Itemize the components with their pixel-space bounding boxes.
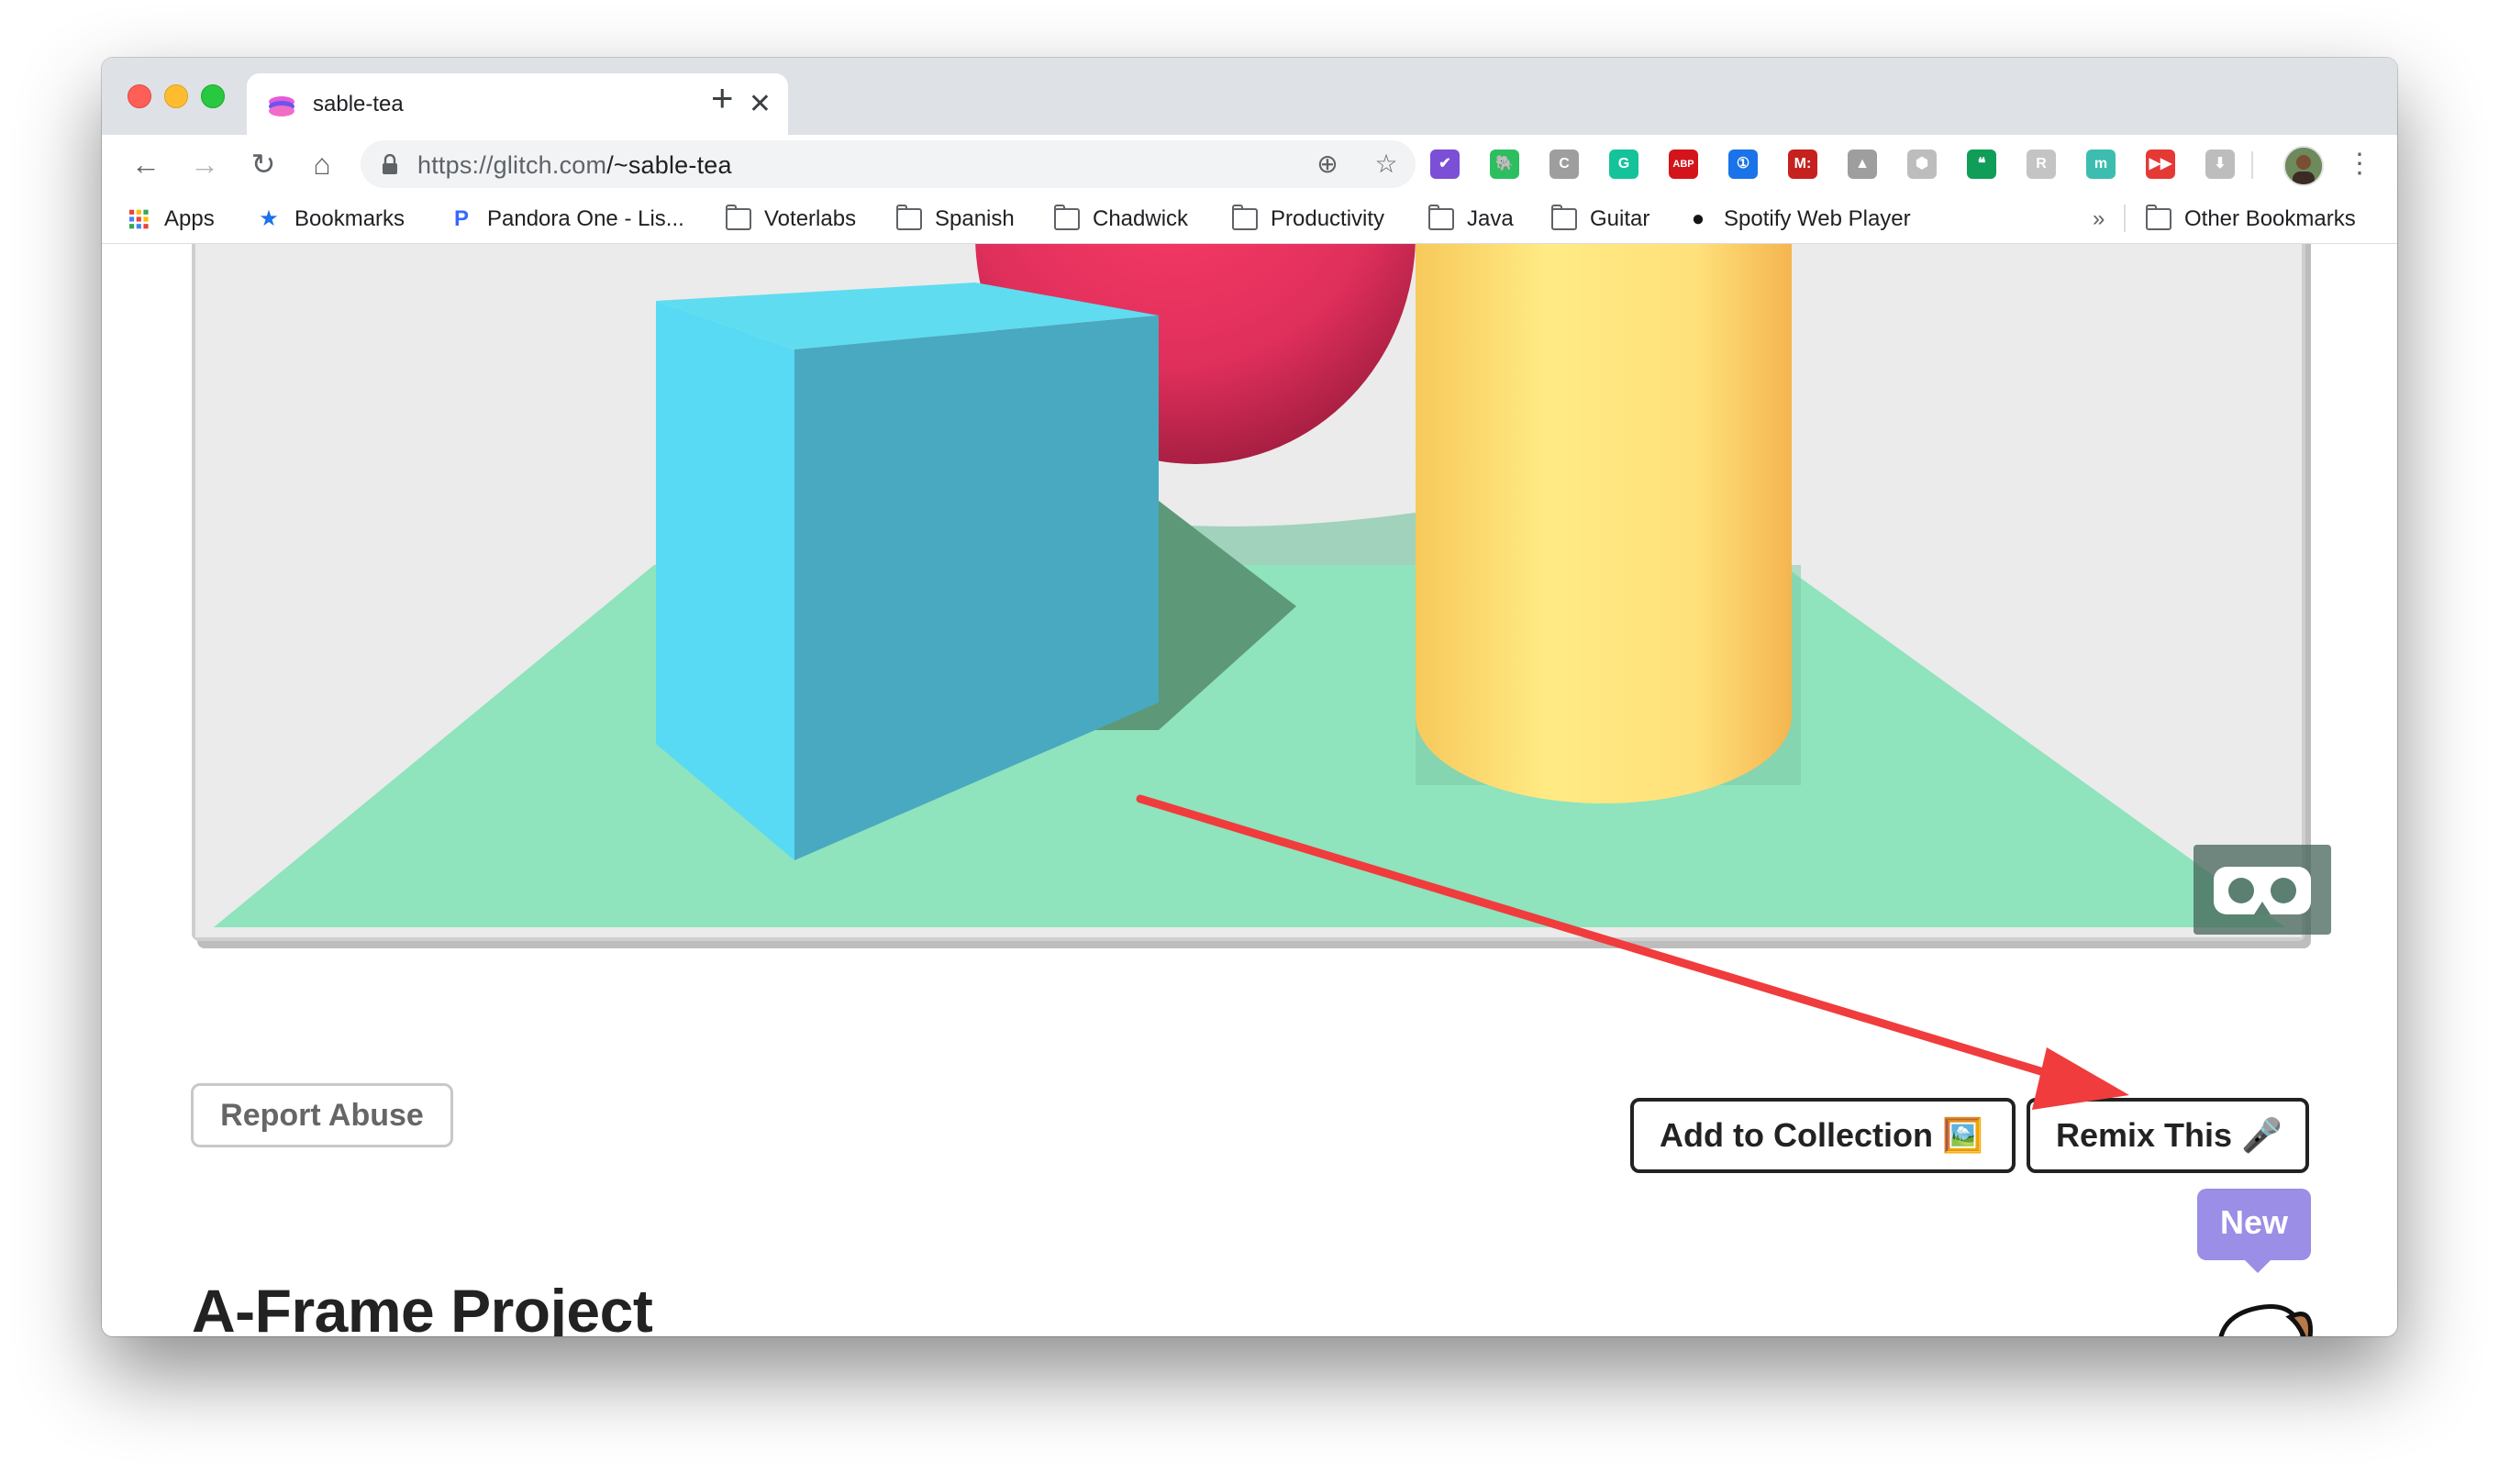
bookmark-label: Spotify Web Player (1724, 206, 1911, 231)
bookmark-item[interactable]: Java (1428, 205, 1514, 232)
zoom-icon[interactable]: ⊕ (1311, 148, 1344, 181)
folder-icon (726, 205, 751, 230)
url-path: /~sable-tea (606, 151, 732, 179)
toolbar-divider (2251, 151, 2253, 179)
new-tab-button[interactable]: + (711, 78, 734, 118)
bookmarks-bar: Apps ★ Bookmarks P Pandora One - Lis... Vote… (102, 194, 2397, 244)
bookmark-item[interactable]: Guitar (1551, 205, 1650, 232)
bookmarks-overflow-button[interactable]: » (2093, 206, 2105, 232)
glitch-dog-mascot-icon[interactable] (2203, 1299, 2359, 1336)
overflow-chevron-icon: » (2093, 206, 2105, 231)
folder-icon (1428, 205, 1454, 230)
window-close-button[interactable] (128, 84, 151, 108)
3d-scene-canvas[interactable] (195, 244, 2302, 937)
adblock-plus-icon[interactable]: ABP (1669, 150, 1698, 179)
youtube-extension-icon[interactable]: ▶▶ (2146, 150, 2175, 179)
folder-icon (1232, 205, 1258, 230)
bookmark-item[interactable]: P Pandora One - Lis... (449, 206, 684, 232)
grammarly-icon[interactable]: G (1609, 150, 1638, 179)
back-arrow-icon[interactable]: ← (126, 144, 166, 184)
glitch-favicon-icon (269, 96, 294, 116)
download-icon[interactable]: ⬇ (2205, 150, 2235, 179)
add-to-collection-button[interactable]: Add to Collection 🖼️ (1630, 1098, 2016, 1173)
lock-icon (383, 154, 397, 174)
star-icon: ★ (259, 206, 279, 231)
bookmark-apps[interactable]: Apps (129, 206, 215, 232)
window-minimize-button[interactable] (164, 84, 188, 108)
bookmark-label: Spanish (935, 206, 1015, 231)
vr-goggles-icon (2214, 867, 2311, 914)
folder-icon (1054, 205, 1080, 230)
report-abuse-button[interactable]: Report Abuse (191, 1083, 453, 1147)
folder-icon (896, 205, 922, 230)
bookmark-item[interactable]: Chadwick (1054, 205, 1189, 232)
page-content: Report Abuse Add to Collection 🖼️ Remix … (102, 244, 2397, 1336)
bookmark-item[interactable]: ★ Bookmarks (256, 206, 405, 232)
calendar-extension-icon[interactable]: C (1549, 150, 1579, 179)
new-badge[interactable]: New (2197, 1189, 2311, 1273)
tab-sable-tea[interactable]: sable-tea ✕ (247, 73, 788, 135)
checkbox-extension-icon[interactable]: ✔ (1430, 150, 1460, 179)
bookmark-label: Productivity (1271, 206, 1385, 231)
browser-menu-icon[interactable]: ⋮ (2346, 146, 2373, 183)
bookmark-item[interactable]: Productivity (1232, 205, 1385, 232)
gmail-extension-icon[interactable]: M: (1788, 150, 1817, 179)
spotify-icon: ● (1691, 206, 1705, 231)
profile-photo-icon (2285, 148, 2322, 184)
bookmark-item[interactable]: Spanish (896, 205, 1015, 232)
bookmark-label: Java (1467, 206, 1514, 231)
tab-strip: sable-tea ✕ + (102, 58, 2397, 135)
bookmark-label: Bookmarks (294, 206, 405, 231)
tab-close-icon[interactable]: ✕ (749, 86, 772, 123)
folder-icon (2146, 205, 2171, 230)
bookmark-label: Apps (164, 206, 215, 231)
aframe-scene-embed[interactable] (192, 244, 2331, 941)
address-bar[interactable]: https://glitch.com/~sable-tea ⊕ ☆ (361, 140, 1416, 188)
browser-window: sable-tea ✕ + ← → ↻ ⌂ https://glitch.com… (102, 58, 2397, 1336)
forward-arrow-icon[interactable]: → (184, 144, 225, 184)
apps-grid-icon (129, 209, 149, 229)
page-title: A-Frame Project (192, 1277, 653, 1336)
remix-this-button[interactable]: Remix This 🎤 (2027, 1098, 2309, 1173)
bookmark-star-icon[interactable]: ☆ (1370, 148, 1403, 181)
bookmark-item[interactable]: Voterlabs (726, 205, 857, 232)
onepassword-icon[interactable]: ① (1728, 150, 1758, 179)
google-drive-icon[interactable]: ▲ (1848, 150, 1877, 179)
profile-avatar[interactable] (2283, 146, 2324, 186)
cube-extension-icon[interactable]: ⬢ (1907, 150, 1937, 179)
tab-title: sable-tea (313, 92, 404, 116)
url-text[interactable]: https://glitch.com/~sable-tea (417, 151, 732, 180)
window-maximize-button[interactable] (201, 84, 225, 108)
r-extension-icon[interactable]: R (2027, 150, 2056, 179)
bookmark-item[interactable]: ● Spotify Web Player (1685, 206, 1911, 232)
home-icon[interactable]: ⌂ (302, 144, 342, 184)
hangouts-icon[interactable]: ❝ (1967, 150, 1996, 179)
bookmark-label: Guitar (1590, 206, 1650, 231)
bookmark-other-bookmarks[interactable]: Other Bookmarks (2146, 205, 2356, 232)
reload-icon[interactable]: ↻ (243, 144, 283, 184)
bookmark-label: Chadwick (1093, 206, 1189, 231)
url-host: https://glitch.com (417, 151, 607, 179)
folder-icon (1551, 205, 1577, 230)
bookmarks-divider (2124, 205, 2126, 232)
m-extension-icon[interactable]: m (2086, 150, 2116, 179)
vr-mode-button[interactable] (2194, 845, 2331, 935)
browser-toolbar: ← → ↻ ⌂ https://glitch.com/~sable-tea ⊕ … (102, 135, 2397, 194)
yellow-cylinder (1416, 244, 1792, 803)
bookmark-label: Pandora One - Lis... (487, 206, 684, 231)
evernote-icon[interactable]: 🐘 (1490, 150, 1519, 179)
bookmark-label: Voterlabs (764, 206, 857, 231)
bookmark-label: Other Bookmarks (2184, 206, 2356, 231)
pandora-icon: P (453, 206, 469, 231)
